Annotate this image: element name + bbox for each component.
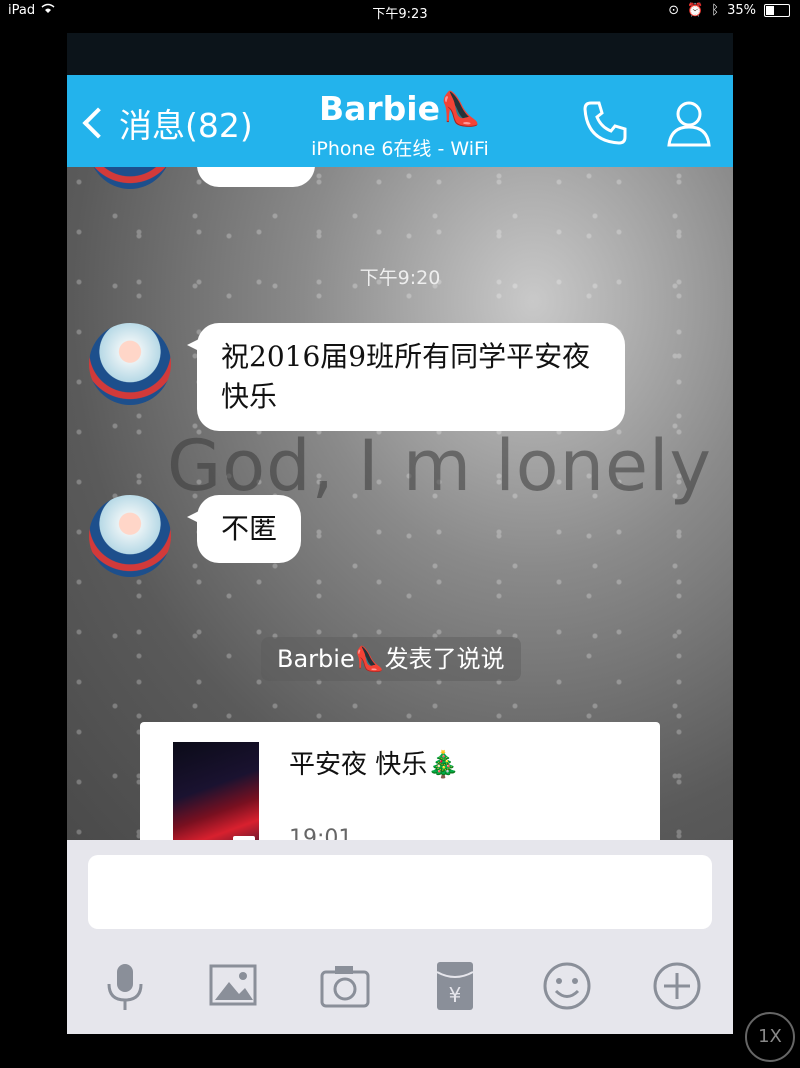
- battery-percent: 35%: [727, 3, 756, 18]
- post-time: 19:01: [289, 826, 353, 840]
- red-packet-icon[interactable]: ¥: [427, 958, 483, 1014]
- phone-top-bar: [67, 33, 733, 75]
- contact-name: Barbie👠: [318, 89, 482, 128]
- system-notice: Barbie👠发表了说说: [261, 637, 521, 681]
- chat-header: 消息(82) Barbie👠 iPhone 6在线 - WiFi: [67, 75, 733, 167]
- camera-icon[interactable]: [317, 958, 373, 1014]
- bluetooth-icon: ᛒ: [711, 3, 720, 18]
- message-bubble-partial[interactable]: [197, 167, 315, 187]
- post-thumbnail: [173, 742, 259, 840]
- input-panel: ¥: [67, 840, 733, 1034]
- alarm-icon: ⏰: [687, 3, 704, 18]
- plus-icon[interactable]: [649, 958, 705, 1014]
- chat-area[interactable]: God, I m lonely 下午9:20 祝2016届9班所有同学平安夜快乐…: [67, 167, 733, 840]
- phone-icon[interactable]: [579, 97, 631, 149]
- image-icon[interactable]: [205, 958, 261, 1014]
- post-title: 平安夜 快乐🎄: [289, 750, 460, 780]
- status-bar: iPad 下午9:23 ⊙ ⏰ ᛒ 35%: [0, 0, 800, 22]
- message-input[interactable]: [88, 855, 712, 929]
- avatar[interactable]: [89, 323, 171, 405]
- person-icon[interactable]: [663, 97, 715, 149]
- svg-text:¥: ¥: [449, 983, 462, 1007]
- phone-screen: 消息(82) Barbie👠 iPhone 6在线 - WiFi God, I …: [67, 33, 733, 1034]
- zoom-button[interactable]: 1X: [745, 1012, 795, 1062]
- microphone-icon[interactable]: [97, 958, 153, 1014]
- message-timestamp: 下午9:20: [359, 267, 441, 289]
- message-bubble[interactable]: 不匿: [186, 495, 302, 563]
- message-bubble[interactable]: 祝2016届9班所有同学平安夜快乐: [187, 323, 625, 431]
- emoji-icon[interactable]: [539, 958, 595, 1014]
- rotation-lock-icon: ⊙: [668, 3, 680, 18]
- avatar[interactable]: [89, 495, 171, 577]
- battery-icon: [764, 4, 790, 17]
- post-card[interactable]: 平安夜 快乐🎄 19:01: [140, 722, 660, 840]
- contact-status: iPhone 6在线 - WiFi: [311, 138, 489, 160]
